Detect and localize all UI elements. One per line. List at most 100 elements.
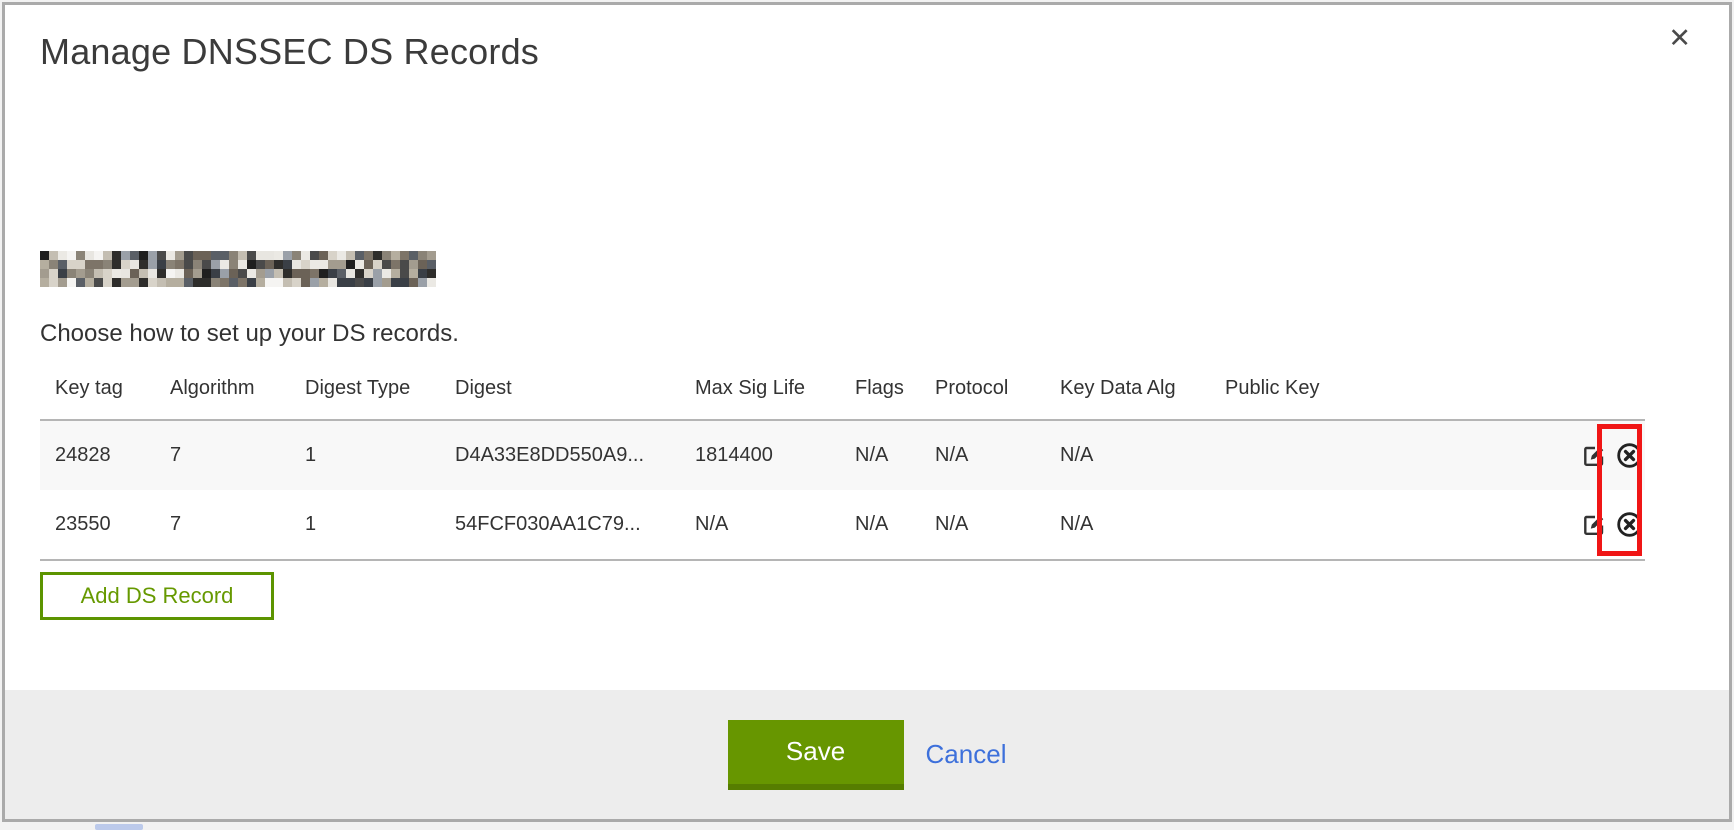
redaction-pixel — [310, 260, 319, 269]
column-header-public-key: Public Key — [1210, 358, 1490, 420]
instruction-text: Choose how to set up your DS records. — [40, 320, 459, 348]
redaction-pixel — [283, 278, 292, 287]
redaction-pixel — [247, 278, 256, 287]
redaction-pixel — [382, 260, 391, 269]
redaction-pixel — [364, 278, 373, 287]
redaction-pixel — [364, 251, 373, 260]
manage-dnssec-dialog: Manage DNSSEC DS Records ✕ Choose how to… — [2, 2, 1732, 822]
redaction-pixel — [130, 260, 139, 269]
redaction-pixel — [58, 269, 67, 278]
redaction-pixel — [355, 260, 364, 269]
cell-key-data-alg: N/A — [1045, 420, 1210, 490]
redaction-pixel — [67, 269, 76, 278]
redaction-pixel — [247, 251, 256, 260]
table-row: 23550 7 1 54FCF030AA1C79... N/A N/A N/A … — [40, 490, 1645, 560]
redaction-pixel — [148, 278, 157, 287]
redaction-pixel — [211, 269, 220, 278]
redaction-pixel — [175, 260, 184, 269]
cell-flags: N/A — [840, 420, 920, 490]
redaction-pixel — [328, 278, 337, 287]
redaction-pixel — [418, 278, 427, 287]
ds-records-table: Key tag Algorithm Digest Type Digest Max… — [40, 358, 1645, 561]
cell-digest-type: 1 — [290, 490, 440, 560]
redaction-pixel — [238, 269, 247, 278]
redaction-pixel — [418, 251, 427, 260]
redaction-pixel — [166, 260, 175, 269]
redaction-pixel — [373, 260, 382, 269]
redaction-pixel — [67, 251, 76, 260]
redaction-pixel — [274, 278, 283, 287]
redaction-pixel — [256, 278, 265, 287]
redaction-pixel — [121, 269, 130, 278]
redaction-pixel — [166, 269, 175, 278]
redaction-pixel — [337, 269, 346, 278]
redaction-pixel — [382, 251, 391, 260]
redaction-pixel — [238, 260, 247, 269]
redaction-pixel — [337, 260, 346, 269]
redaction-pixel — [166, 278, 175, 287]
cell-key-tag: 24828 — [40, 420, 155, 490]
redaction-pixel — [76, 260, 85, 269]
save-button[interactable]: Save — [728, 720, 904, 790]
redaction-pixel — [265, 260, 274, 269]
redaction-pixel — [229, 269, 238, 278]
page-title: Manage DNSSEC DS Records — [40, 31, 539, 73]
redaction-pixel — [85, 260, 94, 269]
column-header-key-data-alg: Key Data Alg — [1045, 358, 1210, 420]
delete-record-button[interactable] — [1614, 440, 1645, 471]
redaction-pixel — [112, 278, 121, 287]
redaction-pixel — [94, 251, 103, 260]
redaction-pixel — [130, 269, 139, 278]
redaction-pixel — [319, 278, 328, 287]
redaction-pixel — [409, 260, 418, 269]
delete-record-button[interactable] — [1614, 509, 1645, 540]
redaction-pixel — [382, 278, 391, 287]
redaction-pixel — [157, 260, 166, 269]
redaction-pixel — [202, 260, 211, 269]
close-icon[interactable]: ✕ — [1668, 25, 1691, 52]
redaction-pixel — [301, 278, 310, 287]
redaction-pixel — [283, 269, 292, 278]
add-ds-record-button[interactable]: Add DS Record — [40, 572, 274, 620]
redaction-pixel — [373, 269, 382, 278]
redaction-pixel — [220, 251, 229, 260]
redaction-pixel — [427, 278, 436, 287]
edit-record-button[interactable] — [1580, 442, 1608, 470]
redaction-pixel — [175, 278, 184, 287]
redaction-pixel — [382, 269, 391, 278]
redaction-pixel — [292, 260, 301, 269]
redaction-pixel — [328, 251, 337, 260]
redaction-pixel — [301, 269, 310, 278]
edit-icon — [1582, 520, 1606, 542]
redaction-pixel — [409, 278, 418, 287]
redaction-pixel — [49, 251, 58, 260]
redaction-pixel — [256, 269, 265, 278]
redaction-pixel — [103, 251, 112, 260]
redaction-pixel — [121, 251, 130, 260]
cell-max-sig-life: N/A — [680, 490, 840, 560]
redaction-pixel — [292, 251, 301, 260]
redaction-pixel — [256, 260, 265, 269]
redaction-pixel — [103, 260, 112, 269]
redaction-pixel — [427, 260, 436, 269]
cancel-link[interactable]: Cancel — [926, 739, 1007, 770]
edit-record-button[interactable] — [1580, 511, 1608, 539]
redaction-pixel — [94, 269, 103, 278]
redaction-pixel — [229, 260, 238, 269]
redaction-pixel — [76, 251, 85, 260]
redaction-pixel — [409, 269, 418, 278]
redaction-pixel — [184, 278, 193, 287]
column-header-digest-type: Digest Type — [290, 358, 440, 420]
redaction-pixel — [103, 269, 112, 278]
redaction-pixel — [265, 269, 274, 278]
redaction-pixel — [130, 251, 139, 260]
redaction-pixel — [148, 260, 157, 269]
redaction-pixel — [283, 251, 292, 260]
redaction-pixel — [337, 278, 346, 287]
redaction-pixel — [229, 278, 238, 287]
redaction-pixel — [148, 269, 157, 278]
redaction-pixel — [184, 251, 193, 260]
redaction-pixel — [337, 251, 346, 260]
redaction-pixel — [319, 260, 328, 269]
redaction-pixel — [121, 260, 130, 269]
